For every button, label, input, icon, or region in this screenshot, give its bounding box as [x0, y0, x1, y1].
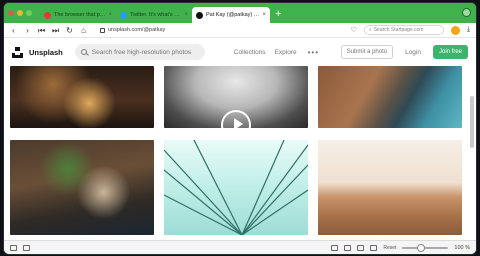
zoom-slider[interactable]: [402, 243, 449, 252]
photo-search-input[interactable]: Search free high-resolution photos: [74, 44, 205, 60]
back-icon[interactable]: ‹: [10, 23, 17, 38]
tab-bar: The browser that puts you × Twitter. It'…: [4, 3, 476, 23]
login-link[interactable]: Login: [405, 49, 421, 56]
close-tab-icon[interactable]: ×: [184, 12, 188, 18]
photo-coastal-road[interactable]: [318, 66, 462, 128]
site-header: Unsplash Search free high-resolution pho…: [4, 38, 476, 66]
submit-photo-button[interactable]: Submit a photo: [340, 45, 394, 59]
unsplash-favicon-icon: [196, 11, 203, 19]
images-icon[interactable]: [357, 244, 365, 251]
zoom-slider-handle[interactable]: [417, 243, 426, 252]
play-icon[interactable]: [221, 110, 251, 128]
browser-window: The browser that puts you × Twitter. It'…: [4, 3, 476, 254]
nav-explore[interactable]: Explore: [275, 49, 297, 56]
tab-overview-icon[interactable]: [462, 8, 471, 17]
brand-name[interactable]: Unsplash: [29, 48, 63, 57]
photo-bridge-cables[interactable]: [164, 140, 308, 235]
vivaldi-favicon-icon: [44, 11, 51, 19]
photo-search-placeholder: Search free high-resolution photos: [91, 48, 192, 56]
lock-icon: [100, 27, 105, 33]
code-icon[interactable]: [370, 244, 378, 251]
reload-icon[interactable]: ↻: [66, 23, 73, 38]
browser-search-field[interactable]: ⌕ Search Startpage.com: [363, 25, 444, 35]
close-tab-icon[interactable]: ×: [262, 12, 266, 18]
browser-search-placeholder: Search Startpage.com: [373, 27, 424, 33]
window-controls: [8, 3, 32, 23]
photo-city-night[interactable]: [10, 66, 154, 128]
minimize-window-button[interactable]: [17, 10, 23, 16]
close-window-button[interactable]: [8, 10, 14, 16]
rewind-icon[interactable]: ⏮: [38, 23, 45, 38]
cable-lines: [164, 140, 308, 235]
nav-collections[interactable]: Collections: [234, 49, 266, 56]
photo-desert-dunes[interactable]: [318, 140, 462, 235]
download-icon[interactable]: ⤓: [467, 26, 470, 34]
tiling-icon[interactable]: [23, 244, 30, 251]
close-tab-icon[interactable]: ×: [108, 12, 112, 18]
search-icon: ⌕: [368, 27, 372, 33]
join-free-button[interactable]: Join free: [432, 45, 468, 59]
home-icon[interactable]: ⌂: [80, 23, 87, 38]
maximize-window-button[interactable]: [26, 10, 32, 16]
panel-toggle-icon[interactable]: [10, 244, 17, 251]
extension-icon[interactable]: [450, 25, 460, 35]
photo-foggy-mountain[interactable]: [164, 66, 308, 128]
photo-grid: [4, 66, 476, 239]
search-icon: [80, 49, 87, 55]
zoom-level: 100 %: [454, 244, 470, 251]
bookmark-heart-icon[interactable]: ♡: [351, 26, 357, 34]
new-tab-button[interactable]: +: [270, 7, 286, 23]
page-scrollbar[interactable]: [470, 96, 474, 148]
tab-label: The browser that puts you: [54, 12, 105, 18]
url-field[interactable]: unsplash.com/@patkay: [100, 27, 305, 33]
tab-label: Twitter. It's what's happen: [130, 12, 181, 18]
more-menu-icon[interactable]: •••: [308, 48, 319, 57]
capture-icon[interactable]: [331, 244, 339, 251]
address-bar: ‹ › ⏮ ⏭ ↻ ⌂ unsplash.com/@patkay ♡ ⌕ Sea…: [4, 23, 476, 38]
page-actions-icon[interactable]: [344, 244, 352, 251]
tab-unsplash[interactable]: Pat Kay (@patkay) | Unspl ×: [192, 7, 270, 23]
twitter-favicon-icon: [120, 11, 127, 19]
tab-vivaldi[interactable]: The browser that puts you ×: [40, 7, 116, 23]
forward-icon[interactable]: ›: [24, 23, 31, 38]
tab-twitter[interactable]: Twitter. It's what's happen ×: [116, 7, 192, 23]
unsplash-logo-icon[interactable]: [12, 46, 23, 58]
tab-label: Pat Kay (@patkay) | Unspl: [206, 12, 259, 18]
fast-forward-icon[interactable]: ⏭: [52, 23, 59, 38]
photo-floating-market[interactable]: [10, 140, 154, 235]
status-bar: Reset 100 %: [4, 240, 476, 254]
zoom-reset-button[interactable]: Reset: [383, 245, 396, 251]
url-text: unsplash.com/@patkay: [108, 27, 166, 33]
